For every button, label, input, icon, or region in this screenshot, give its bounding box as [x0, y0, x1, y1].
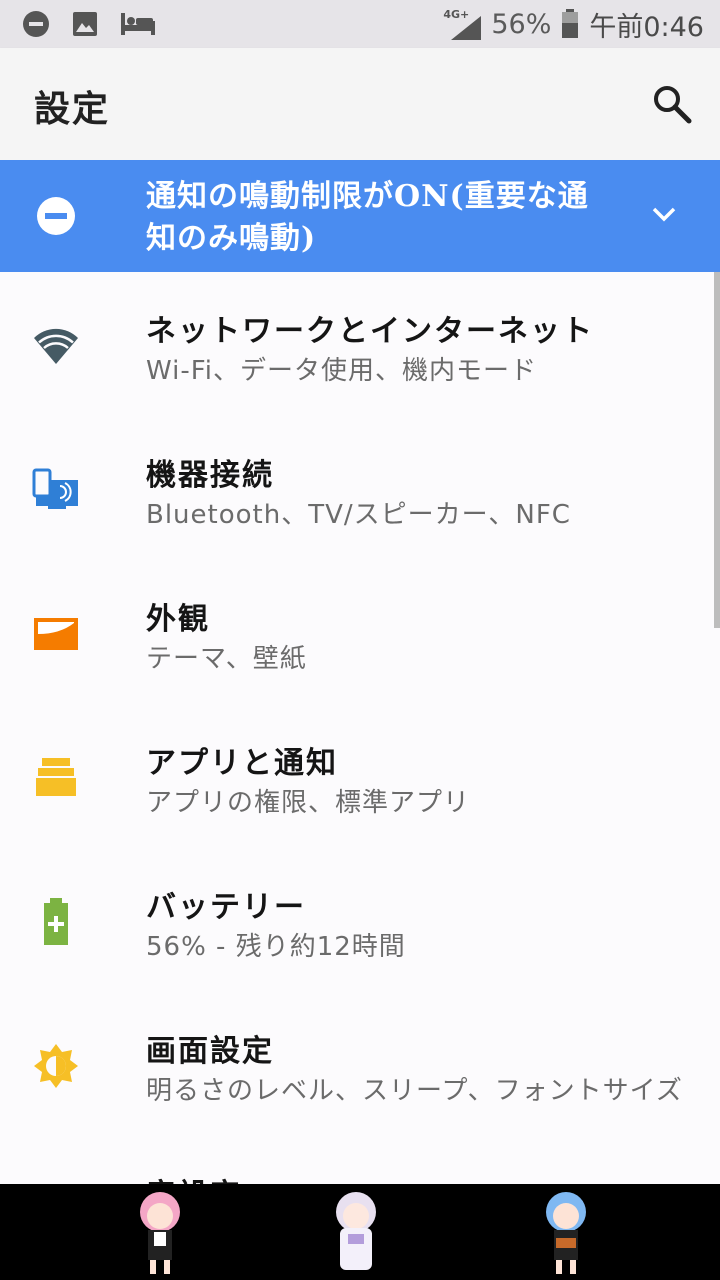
settings-item-appearance[interactable]: 外観 テーマ、壁紙	[0, 560, 720, 704]
bed-icon	[121, 13, 155, 35]
signal-icon: 4G+	[443, 8, 482, 40]
item-subtitle: Bluetooth、TV/スピーカー、NFC	[146, 500, 571, 530]
item-title: 外観	[146, 602, 210, 637]
clock: 午前0:46	[589, 11, 704, 43]
settings-list: ネットワークとインターネット Wi-Fi、データ使用、機内モード 機器接続 Bl…	[0, 272, 720, 1196]
dnd-banner[interactable]: 通知の鳴動制限がON(重要な通知のみ鳴動)	[0, 160, 720, 272]
device-connection-icon	[32, 468, 78, 509]
apps-icon	[36, 758, 76, 796]
status-bar: 4G+ 56% 午前0:46	[0, 0, 720, 48]
dnd-banner-text: 通知の鳴動制限がON(重要な通知のみ鳴動)	[146, 179, 589, 256]
item-title: 画面設定	[146, 1034, 274, 1069]
settings-item-network[interactable]: ネットワークとインターネット Wi-Fi、データ使用、機内モード	[0, 272, 720, 416]
item-title: バッテリー	[146, 890, 306, 925]
settings-item-device-connection[interactable]: 機器接続 Bluetooth、TV/スピーカー、NFC	[0, 416, 720, 560]
item-title: ネットワークとインターネット	[146, 314, 594, 349]
character-sticker-left[interactable]	[130, 1188, 190, 1278]
chevron-down-icon[interactable]	[650, 200, 678, 228]
battery-charging-icon	[44, 898, 68, 945]
app-bar: 設定	[0, 48, 720, 160]
item-subtitle: Wi-Fi、データ使用、機内モード	[146, 356, 538, 386]
item-title: 機器接続	[146, 458, 274, 493]
dnd-icon	[37, 197, 75, 235]
battery-percent: 56%	[491, 8, 552, 40]
settings-item-apps[interactable]: アプリと通知 アプリの権限、標準アプリ	[0, 704, 720, 848]
settings-item-display[interactable]: 画面設定 明るさのレベル、スリープ、フォントサイズ	[0, 992, 720, 1136]
dnd-status-icon	[23, 11, 49, 37]
item-subtitle: アプリの権限、標準アプリ	[146, 788, 471, 818]
navigation-bar	[0, 1184, 720, 1280]
image-icon	[73, 12, 97, 36]
settings-item-battery[interactable]: バッテリー 56% - 残り約12時間	[0, 848, 720, 992]
item-subtitle: 56% - 残り約12時間	[146, 932, 406, 962]
battery-icon	[562, 9, 579, 38]
wifi-icon	[34, 328, 78, 364]
status-left-icons	[22, 10, 156, 38]
brightness-icon	[34, 1044, 78, 1088]
page-title: 設定	[34, 88, 111, 130]
status-right: 4G+ 56% 午前0:46	[443, 6, 704, 43]
wallpaper-icon	[34, 618, 78, 650]
item-subtitle: 明るさのレベル、スリープ、フォントサイズ	[146, 1076, 683, 1106]
character-sticker-center[interactable]	[326, 1188, 386, 1278]
item-title: アプリと通知	[146, 746, 338, 781]
item-subtitle: テーマ、壁紙	[146, 644, 307, 674]
character-sticker-right[interactable]	[536, 1188, 596, 1278]
search-icon[interactable]	[650, 82, 694, 126]
